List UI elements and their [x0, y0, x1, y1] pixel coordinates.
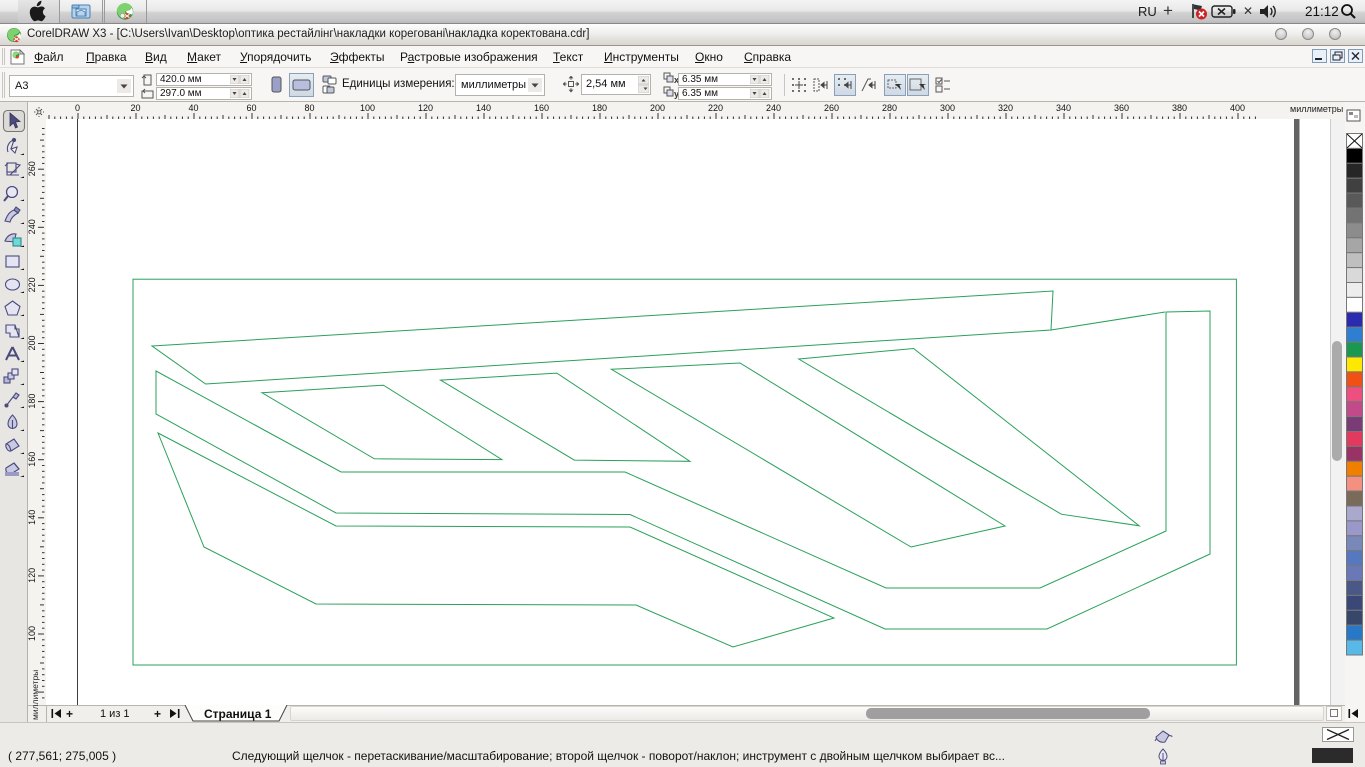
svg-text:80: 80	[304, 103, 314, 113]
svg-text:360: 360	[1114, 103, 1129, 113]
svg-text:200: 200	[28, 335, 37, 350]
svg-text:280: 280	[882, 103, 897, 113]
svg-text:100: 100	[28, 626, 37, 641]
svg-text:160: 160	[28, 452, 37, 467]
svg-text:400: 400	[1230, 103, 1245, 113]
svg-text:140: 140	[476, 103, 491, 113]
svg-text:220: 220	[28, 277, 37, 292]
svg-text:180: 180	[28, 394, 37, 409]
svg-text:240: 240	[766, 103, 781, 113]
svg-text:300: 300	[940, 103, 955, 113]
svg-text:100: 100	[360, 103, 375, 113]
svg-text:40: 40	[188, 103, 198, 113]
svg-text:260: 260	[824, 103, 839, 113]
svg-text:160: 160	[534, 103, 549, 113]
svg-text:миллиметры: миллиметры	[1290, 104, 1343, 114]
svg-text:20: 20	[130, 103, 140, 113]
svg-text:180: 180	[592, 103, 607, 113]
svg-text:320: 320	[998, 103, 1013, 113]
svg-text:240: 240	[28, 219, 37, 234]
svg-text:260: 260	[28, 161, 37, 176]
svg-text:120: 120	[418, 103, 433, 113]
svg-text:220: 220	[708, 103, 723, 113]
svg-text:60: 60	[246, 103, 256, 113]
svg-text:340: 340	[1056, 103, 1071, 113]
svg-text:380: 380	[1172, 103, 1187, 113]
svg-text:140: 140	[28, 510, 37, 525]
svg-text:120: 120	[28, 568, 37, 583]
svg-text:200: 200	[650, 103, 665, 113]
svg-text:0: 0	[75, 103, 80, 113]
